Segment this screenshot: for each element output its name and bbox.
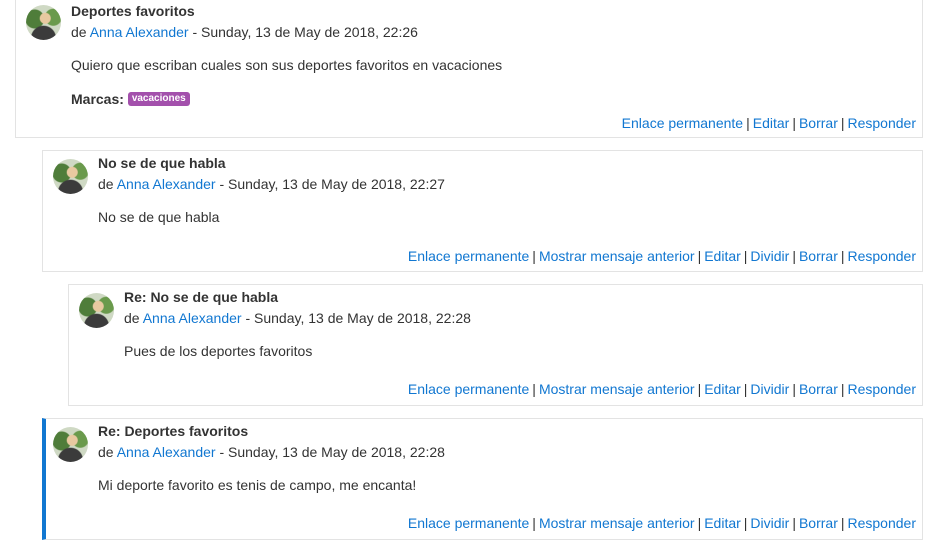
avatar[interactable] (53, 427, 88, 462)
permalink-link[interactable]: Enlace permanente (408, 248, 529, 264)
post-commands: Enlace permanente | Mostrar mensaje anteri… (407, 381, 917, 397)
permalink-link[interactable]: Enlace permanente (408, 515, 529, 531)
show-parent-link[interactable]: Mostrar mensaje anterior (539, 515, 695, 531)
tags-label: Marcas: (71, 91, 124, 107)
permalink-link[interactable]: Enlace permanente (408, 381, 529, 397)
post-byline: de Anna Alexander - Sunday, 13 de May de… (124, 310, 471, 326)
reply-link[interactable]: Responder (848, 248, 917, 264)
author-link[interactable]: Anna Alexander (90, 24, 189, 40)
avatar[interactable] (26, 5, 61, 40)
post-tags: Marcas: vacaciones (71, 91, 190, 107)
permalink-link[interactable]: Enlace permanente (622, 115, 743, 131)
by-prefix: de (124, 310, 140, 326)
post-byline: de Anna Alexander - Sunday, 13 de May de… (98, 176, 445, 192)
post-commands: Enlace permanente | Editar | Borrar | Responde… (621, 115, 917, 131)
show-parent-link[interactable]: Mostrar mensaje anterior (539, 381, 695, 397)
post-date: - Sunday, 13 de May de 2018, 22:28 (245, 310, 471, 326)
delete-link[interactable]: Borrar (799, 115, 838, 131)
forum-post: Re: No se de que habla de Anna Alexander… (68, 284, 923, 406)
reply-link[interactable]: Responder (848, 115, 917, 131)
by-prefix: de (98, 176, 114, 192)
delete-link[interactable]: Borrar (799, 515, 838, 531)
post-byline: de Anna Alexander - Sunday, 13 de May de… (71, 24, 418, 40)
post-subject: No se de que habla (98, 155, 226, 171)
forum-post-highlighted: Re: Deportes favoritos de Anna Alexander… (42, 418, 923, 540)
post-date: - Sunday, 13 de May de 2018, 22:26 (192, 24, 418, 40)
by-prefix: de (98, 444, 114, 460)
post-content: Quiero que escriban cuales son sus depor… (71, 57, 503, 73)
by-prefix: de (71, 24, 87, 40)
post-subject: Deportes favoritos (71, 3, 195, 19)
split-link[interactable]: Dividir (750, 515, 789, 531)
post-date: - Sunday, 13 de May de 2018, 22:28 (219, 444, 445, 460)
post-content: Pues de los deportes favoritos (124, 343, 313, 359)
tag-badge[interactable]: vacaciones (127, 92, 190, 107)
post-byline: de Anna Alexander - Sunday, 13 de May de… (98, 444, 445, 460)
author-link[interactable]: Anna Alexander (117, 176, 216, 192)
edit-link[interactable]: Editar (753, 115, 790, 131)
post-commands: Enlace permanente | Mostrar mensaje anteri… (407, 515, 917, 531)
post-date: - Sunday, 13 de May de 2018, 22:27 (219, 176, 445, 192)
post-content: No se de que habla (98, 209, 220, 225)
show-parent-link[interactable]: Mostrar mensaje anterior (539, 248, 695, 264)
reply-link[interactable]: Responder (848, 381, 917, 397)
split-link[interactable]: Dividir (750, 381, 789, 397)
forum-post: No se de que habla de Anna Alexander - S… (42, 150, 923, 272)
forum-post: Deportes favoritos de Anna Alexander - S… (15, 0, 923, 138)
edit-link[interactable]: Editar (704, 515, 741, 531)
edit-link[interactable]: Editar (704, 248, 741, 264)
post-subject: Re: Deportes favoritos (98, 423, 249, 439)
author-link[interactable]: Anna Alexander (117, 444, 216, 460)
post-subject: Re: No se de que habla (124, 289, 279, 305)
split-link[interactable]: Dividir (750, 248, 789, 264)
edit-link[interactable]: Editar (704, 381, 741, 397)
avatar[interactable] (79, 293, 114, 328)
avatar[interactable] (53, 159, 88, 194)
post-content: Mi deporte favorito es tenis de campo, m… (98, 477, 417, 493)
post-commands: Enlace permanente | Mostrar mensaje anteri… (407, 248, 917, 264)
reply-link[interactable]: Responder (848, 515, 917, 531)
author-link[interactable]: Anna Alexander (143, 310, 242, 326)
delete-link[interactable]: Borrar (799, 381, 838, 397)
delete-link[interactable]: Borrar (799, 248, 838, 264)
